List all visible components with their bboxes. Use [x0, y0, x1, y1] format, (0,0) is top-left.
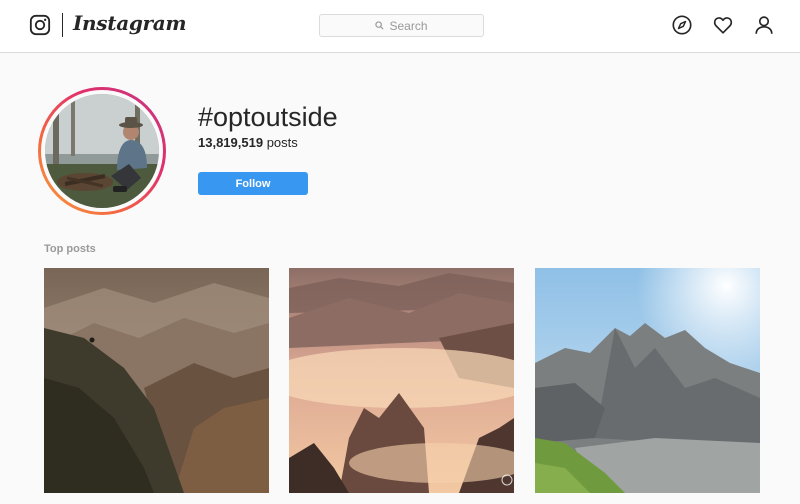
- person-icon[interactable]: [753, 14, 775, 36]
- logo-divider: [62, 13, 63, 37]
- heart-icon[interactable]: [712, 14, 734, 36]
- hashtag-avatar-ring: [38, 87, 166, 215]
- search-input[interactable]: Search: [319, 14, 484, 37]
- post-count-number: 13,819,519: [198, 135, 264, 150]
- compass-icon[interactable]: [671, 14, 693, 36]
- instagram-wordmark[interactable]: Instagram: [73, 11, 187, 35]
- top-post-1[interactable]: [44, 268, 269, 493]
- top-post-3[interactable]: [535, 268, 760, 493]
- search-icon: [375, 21, 384, 30]
- follow-button[interactable]: Follow: [198, 172, 308, 195]
- post-image-foggy-valley: [289, 268, 514, 493]
- top-navigation-bar: Instagram Search: [0, 0, 800, 53]
- top-posts-heading: Top posts: [44, 243, 96, 255]
- post-count-unit: posts: [266, 135, 298, 150]
- post-count: 13,819,519 posts: [198, 135, 298, 150]
- hashtag-title: #optoutside: [198, 102, 338, 132]
- post-image-mountain-ridge: [44, 268, 269, 493]
- avatar: [45, 94, 159, 208]
- top-post-2[interactable]: [289, 268, 514, 493]
- post-image-rocky-peak: [535, 268, 760, 493]
- search-placeholder: Search: [389, 18, 428, 33]
- instagram-glyph-icon[interactable]: [29, 14, 51, 36]
